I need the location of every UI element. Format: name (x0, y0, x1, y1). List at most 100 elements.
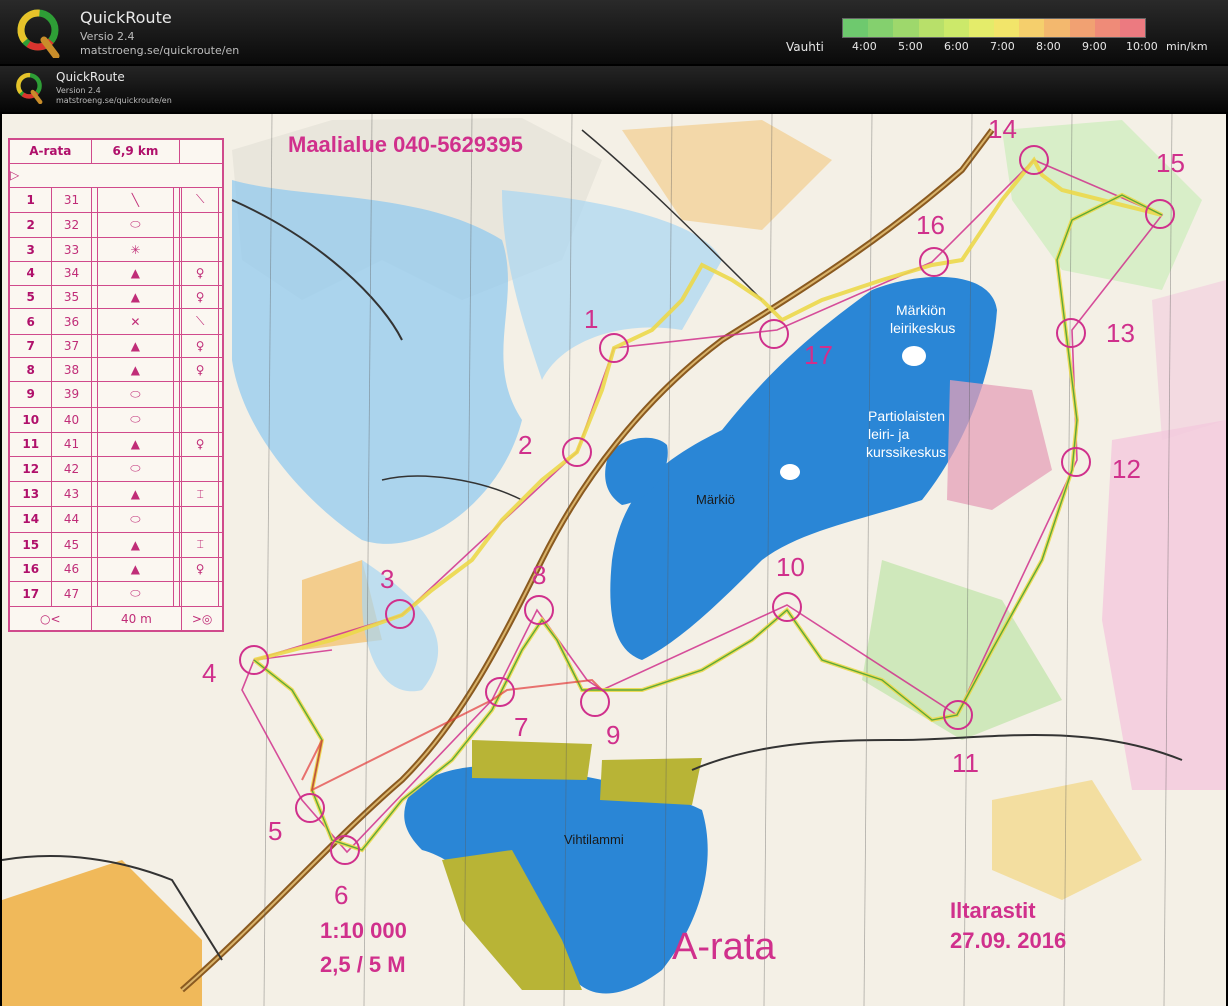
clue-col (218, 186, 223, 213)
control-label: 14 (988, 114, 1017, 144)
clue-control-code: 47 (51, 580, 92, 608)
pace-color-scale (842, 18, 1146, 38)
clue-feature-symbol: ⬭ (97, 211, 174, 239)
clue-extra-symbol (181, 455, 220, 482)
clue-extra-symbol: ⌶ (181, 531, 220, 558)
island (902, 346, 926, 366)
clue-col (172, 381, 181, 408)
clue-extra-symbol: ⟍ (181, 186, 220, 213)
scale-segment (868, 19, 894, 37)
clue-extra-symbol: ♀ (181, 431, 220, 457)
yellow-field-2 (992, 780, 1142, 900)
clue-start-symbol: ▷ (9, 162, 223, 188)
clue-col (90, 580, 99, 608)
clue-col (218, 381, 223, 408)
embedded-header: QuickRoute Version 2.4 matstroeng.se/qui… (0, 66, 1228, 112)
clue-extra-symbol: ♀ (181, 556, 220, 582)
control-label: 9 (606, 720, 621, 750)
clue-finish-distance: 40 m (90, 606, 183, 631)
event-name-text: Iltarastit (950, 898, 1036, 923)
pace-tick-label: 10:00 (1126, 40, 1158, 53)
olive-area (472, 740, 592, 780)
clue-control-number: 12 (8, 455, 53, 482)
lake-vihtilammi-label: Vihtilammi (564, 832, 624, 847)
clue-col (218, 556, 223, 582)
green-area-2 (862, 560, 1062, 740)
clue-col (218, 357, 223, 383)
clue-control-code: 46 (51, 556, 92, 582)
clue-control-number: 11 (8, 431, 53, 457)
clue-col (90, 211, 99, 239)
clue-col (172, 284, 181, 310)
control-label: 11 (952, 748, 979, 778)
app-url[interactable]: matstroeng.se/quickroute/en (80, 44, 239, 57)
clue-col (90, 455, 99, 482)
lake-markio-label: Märkiö (696, 492, 736, 507)
clue-col (218, 333, 223, 359)
clue-feature-symbol: ╲ (97, 186, 174, 213)
marsh (232, 180, 522, 544)
clue-control-number: 17 (8, 580, 53, 608)
pace-legend-unit: min/km (1166, 40, 1208, 53)
clue-control-number: 3 (8, 237, 53, 262)
camp2-label-2: leiri- ja (868, 426, 910, 442)
clue-control-number: 9 (8, 381, 53, 408)
clue-extra-symbol (181, 381, 220, 408)
clue-extra-symbol (181, 580, 220, 608)
clue-col (172, 211, 181, 239)
quickroute-logo-small-icon (16, 72, 43, 104)
clue-col (218, 260, 223, 286)
clue-feature-symbol: ✕ (97, 308, 174, 335)
embedded-version: Version 2.4 (56, 86, 101, 95)
yellow-area (622, 120, 832, 230)
yellow-field-sw (2, 860, 202, 1006)
embedded-url: matstroeng.se/quickroute/en (56, 96, 172, 105)
clue-feature-symbol: ⬭ (97, 406, 174, 433)
clue-col (90, 431, 99, 457)
clue-col (172, 580, 181, 608)
clue-col (218, 308, 223, 335)
scale-segment (994, 19, 1020, 37)
clue-feature-symbol: ⬭ (97, 455, 174, 482)
clue-control-code: 32 (51, 211, 92, 239)
scale-segment (893, 19, 919, 37)
event-date-text: 27.09. 2016 (950, 928, 1067, 953)
olive-area-2 (600, 758, 702, 805)
clue-sheet: A-rata 6,9 km ▷ 1 31 ╲ ⟍ 2 32 ⬭ 3 33 ✳ 4 34 ▲ ♀ 5 35 ▲ ♀ 6 36 ✕… (8, 138, 224, 632)
clue-feature-symbol: ▲ (97, 431, 174, 457)
app-header: QuickRoute Versio 2.4 matstroeng.se/quic… (0, 0, 1228, 64)
clue-col (90, 357, 99, 383)
clue-control-number: 7 (8, 333, 53, 359)
clue-col (90, 480, 99, 508)
clue-col (218, 284, 223, 310)
clue-control-number: 6 (8, 308, 53, 335)
clue-feature-symbol: ⬭ (97, 506, 174, 533)
control-label: 5 (268, 816, 283, 846)
pace-tick-label: 6:00 (944, 40, 969, 53)
map-contour-text: 2,5 / 5 M (320, 952, 406, 977)
control-label: 16 (916, 210, 945, 240)
clue-extra-symbol: ♀ (181, 284, 220, 310)
clue-col (90, 308, 99, 335)
scale-segment (843, 19, 869, 37)
clue-extra-symbol: ♀ (181, 357, 220, 383)
clue-col (172, 406, 181, 433)
clue-col (218, 455, 223, 482)
clue-feature-symbol: ▲ (97, 357, 174, 383)
control-label: 15 (1156, 148, 1185, 178)
clue-feature-symbol: ▲ (97, 556, 174, 582)
control-label: 3 (380, 564, 395, 594)
clue-finish-end-symbol: >◎ (181, 606, 223, 631)
scale-segment (1019, 19, 1045, 37)
clue-feature-symbol: ▲ (97, 480, 174, 508)
clue-col (218, 506, 223, 533)
restricted-area-2 (1152, 280, 1226, 440)
clue-col (90, 284, 99, 310)
clue-feature-symbol: ▲ (97, 531, 174, 558)
scale-segment (1044, 19, 1070, 37)
clue-col (172, 357, 181, 383)
clue-feature-symbol: ✳ (97, 237, 174, 262)
clue-col (218, 211, 223, 239)
clue-control-number: 1 (8, 186, 53, 213)
pace-tick-label: 4:00 (852, 40, 877, 53)
